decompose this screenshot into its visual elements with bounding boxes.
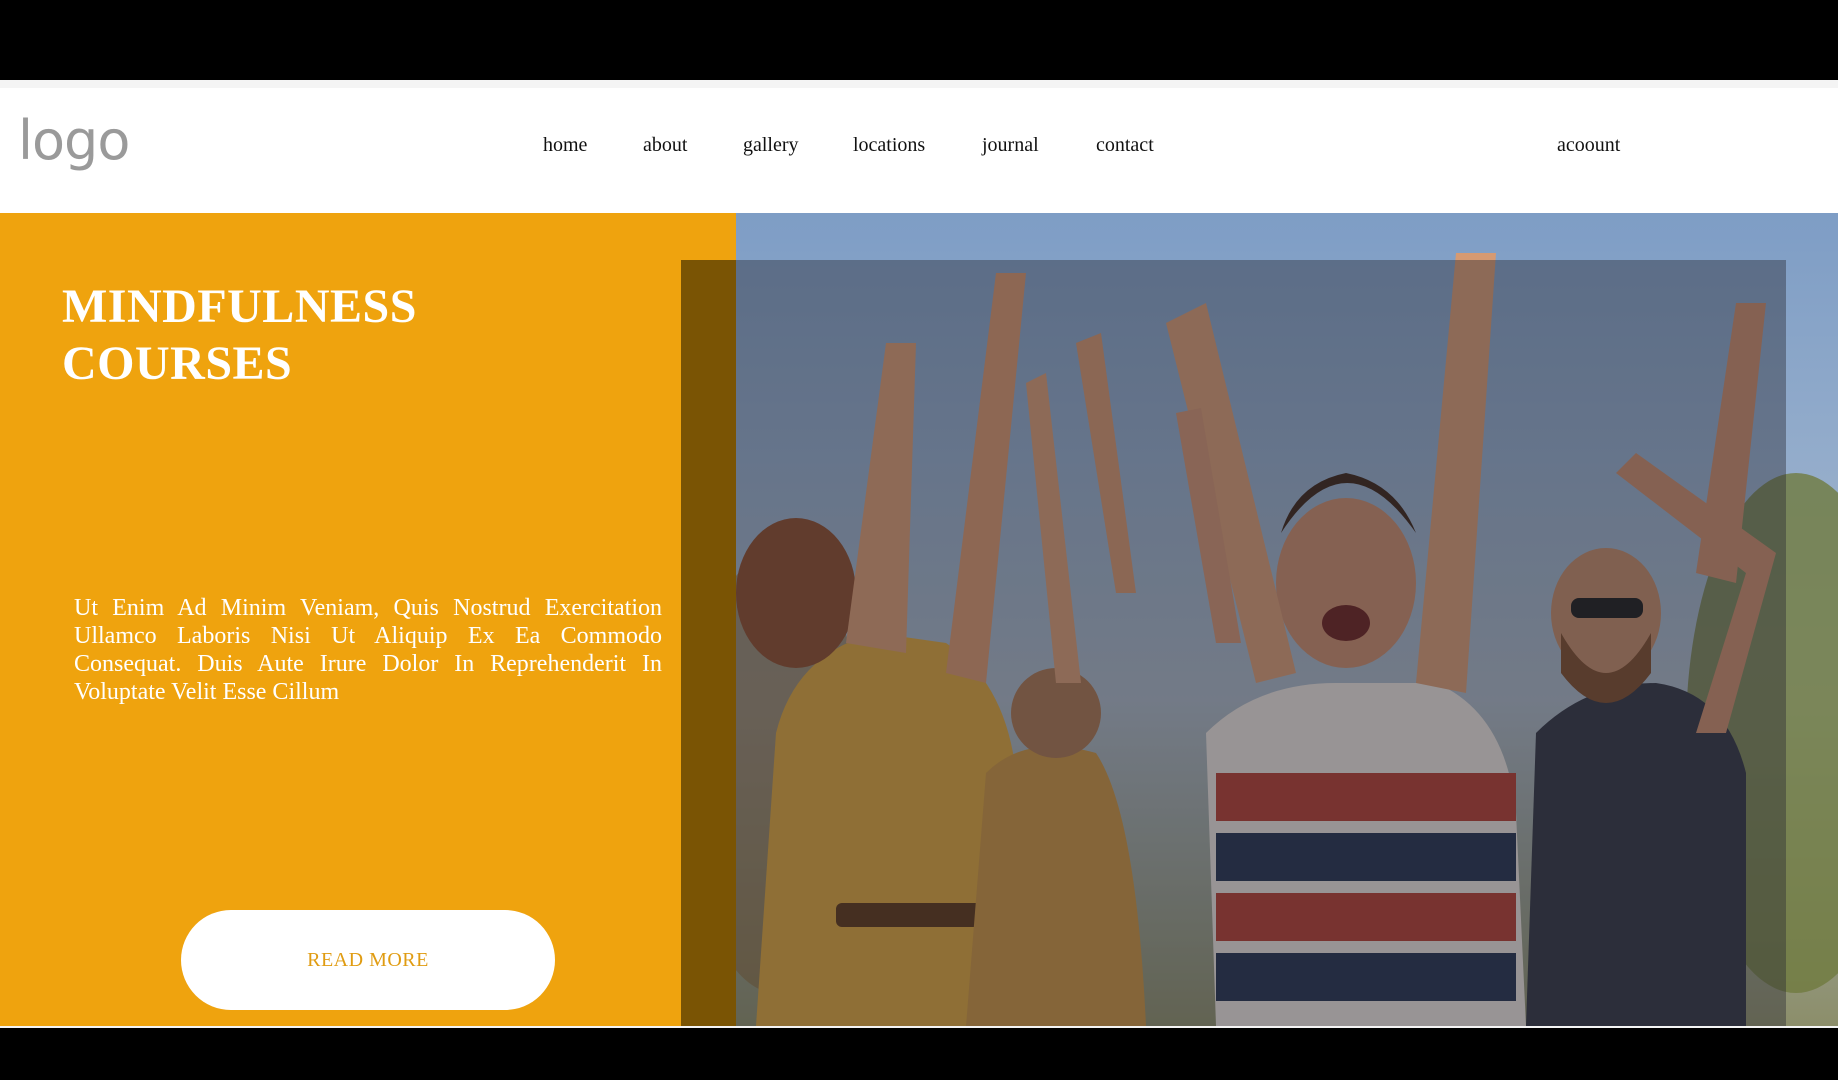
browser-bottom-bar [0,1030,1838,1080]
hero-photo-overlay [681,260,1786,1026]
hero-section: MINDFULNESS COURSES Ut Enim Ad Minim Ven… [0,213,1838,1026]
nav-journal[interactable]: journal [982,134,1039,157]
hero-title-line1: MINDFULNESS [62,280,417,333]
site-header: logo home about gallery locations journa… [0,88,1838,213]
nav-about[interactable]: about [643,134,687,157]
main-nav: home about gallery locations journal con… [0,88,1838,213]
nav-home[interactable]: home [543,134,587,157]
nav-account[interactable]: acoount [1557,134,1620,157]
nav-gallery[interactable]: gallery [743,134,799,157]
page: logo home about gallery locations journa… [0,80,1838,1028]
hero-title-line2: COURSES [62,337,293,390]
hero-title: MINDFULNESS COURSES [62,278,417,392]
read-more-button[interactable]: READ MORE [181,910,555,1010]
hero-description: Ut Enim Ad Minim Veniam, Quis Nostrud Ex… [74,595,662,705]
browser-top-bar [0,0,1838,80]
nav-contact[interactable]: contact [1096,134,1154,157]
nav-locations[interactable]: locations [853,134,925,157]
hero-overlay-band [681,260,736,1026]
